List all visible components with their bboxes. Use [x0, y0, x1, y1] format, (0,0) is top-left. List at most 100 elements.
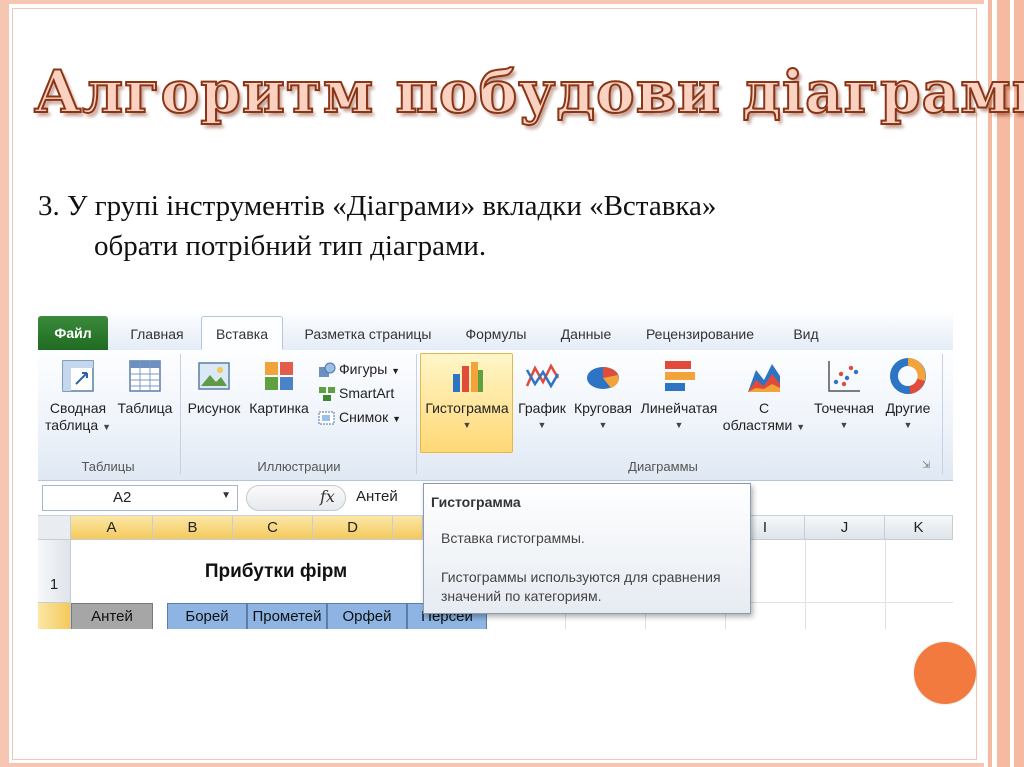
area-chart-label-2: областями	[722, 417, 793, 433]
name-box-value: A2	[113, 489, 132, 506]
shapes-label: Фигуры	[339, 361, 388, 377]
column-header-d[interactable]: D	[313, 516, 393, 540]
tooltip-title: Гистограмма	[431, 494, 521, 510]
group-separator	[416, 354, 417, 474]
row-header-1[interactable]: 1	[38, 540, 71, 603]
table-button[interactable]: Таблица	[114, 358, 176, 417]
tab-formulas[interactable]: Формулы	[456, 320, 536, 348]
area-chart-icon	[746, 358, 782, 394]
dropdown-arrow-icon: ▼	[598, 420, 608, 430]
pie-chart-label: Круговая	[573, 400, 633, 416]
cell-d2[interactable]: Орфей	[327, 603, 407, 629]
merged-title-cell[interactable]: Прибутки фірм	[71, 540, 481, 603]
smartart-label: SmartArt	[339, 385, 395, 401]
tab-home[interactable]: Главная	[118, 320, 196, 348]
dialog-launcher-icon[interactable]: ⇲	[922, 460, 930, 471]
pivot-table-label-2: таблица	[44, 417, 99, 433]
dropdown-arrow-icon: ▼	[674, 420, 684, 430]
slide-frame-top	[0, 0, 1024, 4]
column-header-e[interactable]	[393, 516, 423, 540]
slide-title: Алгоритм побудови діаграми	[33, 57, 1024, 127]
area-chart-button[interactable]: С областями ▼	[722, 358, 806, 436]
dropdown-arrow-icon: ▼	[392, 414, 402, 424]
ribbon-tabs: Файл Главная Вставка Разметка страницы Ф…	[38, 312, 953, 351]
pie-chart-button[interactable]: Круговая ▼	[570, 358, 636, 434]
step-line-2: обрати потрібний тип діаграми.	[94, 230, 487, 262]
insert-function-icon[interactable]: fx	[320, 487, 335, 506]
pivot-table-label-1: Сводная	[49, 400, 107, 416]
dropdown-arrow-icon: ▼	[796, 422, 806, 432]
screenshot-icon	[318, 410, 336, 426]
scatter-chart-button[interactable]: Точечная ▼	[808, 358, 880, 434]
tab-view[interactable]: Вид	[783, 320, 829, 348]
column-chart-icon	[449, 358, 485, 394]
clipart-icon	[261, 358, 297, 394]
column-header-c[interactable]: C	[233, 516, 313, 540]
histogram-tooltip: Гистограмма Вставка гистограммы. Гистогр…	[423, 483, 751, 614]
column-header-a[interactable]: A	[71, 516, 153, 540]
excel-screenshot: Файл Главная Вставка Разметка страницы Ф…	[38, 312, 953, 629]
cell-b2[interactable]: Борей	[167, 603, 247, 629]
clipart-label: Картинка	[249, 400, 309, 416]
group-separator	[942, 354, 943, 474]
picture-label: Рисунок	[187, 400, 241, 416]
column-header-k[interactable]: K	[885, 516, 953, 540]
decorative-orange-circle	[914, 642, 976, 704]
tab-file[interactable]: Файл	[38, 316, 108, 350]
dropdown-arrow-icon: ▼	[221, 490, 231, 501]
screenshot-label: Снимок	[339, 409, 389, 425]
name-box[interactable]: A2 ▼	[42, 485, 238, 511]
dropdown-arrow-icon: ▼	[903, 420, 913, 430]
picture-icon	[196, 358, 232, 394]
pivot-table-icon	[60, 358, 96, 394]
pie-chart-icon	[585, 358, 621, 394]
tab-page-layout[interactable]: Разметка страницы	[293, 320, 443, 348]
tab-review[interactable]: Рецензирование	[638, 320, 762, 348]
column-header-b[interactable]: B	[153, 516, 233, 540]
slide-frame-left	[0, 0, 9, 767]
row-header-2[interactable]	[38, 603, 71, 629]
bar-chart-button[interactable]: Линейчатая ▼	[636, 358, 722, 434]
line-chart-label: График	[518, 400, 566, 416]
step-instruction: 3. У групі інструментів «Діаграми» вклад…	[38, 186, 958, 266]
picture-button[interactable]: Рисунок	[186, 358, 242, 417]
group-separator	[180, 354, 181, 474]
table-icon	[127, 358, 163, 394]
cell-c2[interactable]: Прометей	[247, 603, 327, 629]
select-all-corner[interactable]	[38, 516, 71, 540]
shapes-button[interactable]: Фигуры ▼	[318, 358, 400, 380]
tooltip-line-2: Гистограммы используются для сравнения з…	[441, 569, 721, 604]
group-label-illustrations: Иллюстрации	[257, 459, 341, 474]
formula-value[interactable]: Антей	[356, 488, 398, 505]
dropdown-arrow-icon: ▼	[537, 420, 547, 430]
dropdown-arrow-icon: ▼	[839, 420, 849, 430]
line-chart-icon	[524, 358, 560, 394]
screenshot-button[interactable]: Снимок ▼	[318, 406, 401, 428]
histogram-button[interactable]: Гистограмма ▼	[422, 358, 512, 434]
slide-frame-bottom	[0, 763, 1024, 767]
cell-a2[interactable]: Антей	[71, 603, 153, 629]
shapes-icon	[318, 362, 336, 378]
tab-data[interactable]: Данные	[548, 320, 624, 348]
tab-insert[interactable]: Вставка	[201, 316, 283, 350]
doughnut-chart-icon	[890, 358, 926, 394]
scatter-chart-label: Точечная	[814, 400, 874, 416]
bar-chart-icon	[661, 358, 697, 394]
dropdown-arrow-icon: ▼	[462, 420, 472, 430]
bar-chart-label: Линейчатая	[640, 400, 718, 416]
line-chart-button[interactable]: График ▼	[514, 358, 570, 434]
column-header-j[interactable]: J	[805, 516, 885, 540]
scatter-chart-icon	[826, 358, 862, 394]
histogram-label: Гистограмма	[425, 400, 509, 416]
dropdown-arrow-icon: ▼	[102, 422, 112, 432]
group-label-tables: Таблицы	[81, 459, 135, 474]
other-charts-button[interactable]: Другие ▼	[880, 358, 936, 434]
smartart-button[interactable]: SmartArt	[318, 382, 394, 404]
ribbon-insert: Сводная таблица ▼ Таблица Таблицы Рисуно…	[38, 350, 953, 481]
tooltip-line-1: Вставка гистограммы.	[441, 530, 585, 546]
group-label-charts: Диаграммы	[628, 459, 698, 474]
smartart-icon	[318, 386, 336, 402]
dropdown-arrow-icon: ▼	[391, 366, 401, 376]
pivot-table-button[interactable]: Сводная таблица ▼	[42, 358, 114, 436]
clipart-button[interactable]: Картинка	[246, 358, 312, 417]
